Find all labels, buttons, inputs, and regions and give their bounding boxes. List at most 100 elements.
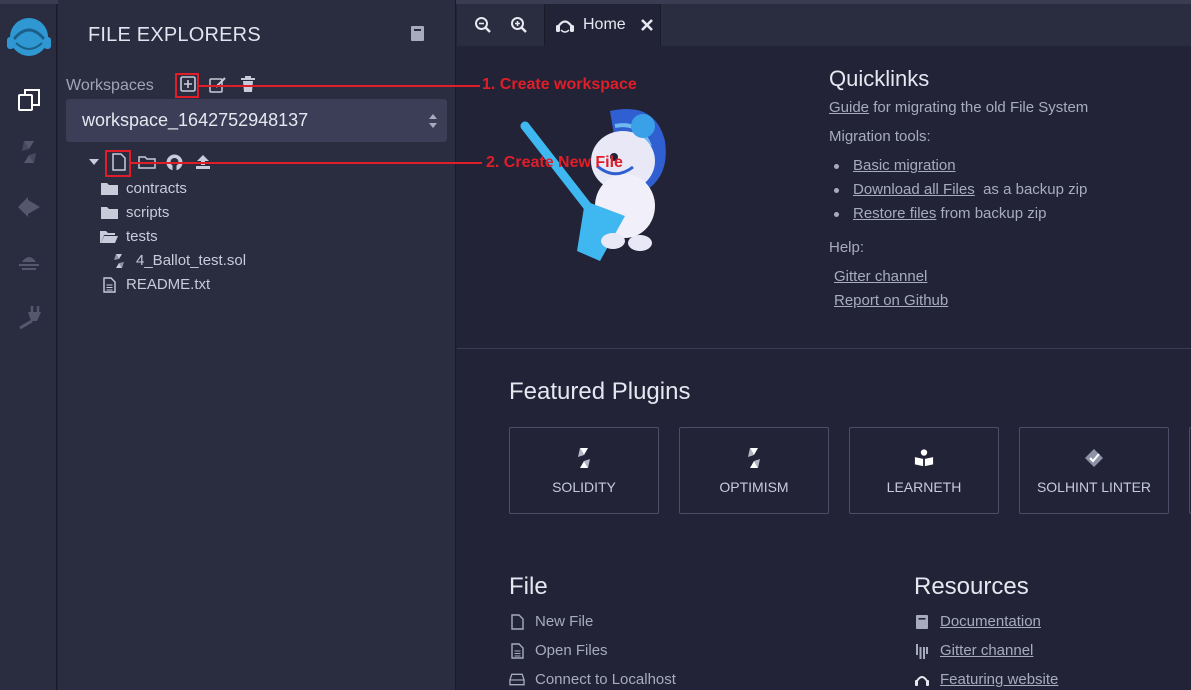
bullet-icon <box>834 212 839 217</box>
annotation-line-workspace <box>199 85 480 87</box>
plugin-label: SOLIDITY <box>552 478 616 495</box>
report-github-link[interactable]: Report on Github <box>834 292 948 309</box>
plugin-label: LEARNETH <box>886 478 962 495</box>
zoom-out-icon[interactable] <box>465 4 501 46</box>
resource-gitter[interactable]: Gitter channel <box>914 642 1033 659</box>
tree-item-label: 4_Ballot_test.sol <box>136 252 247 269</box>
folder-icon <box>100 205 118 221</box>
zoom-in-icon[interactable] <box>501 4 537 46</box>
remix-home-icon <box>556 20 574 33</box>
file-action-label: Connect to Localhost <box>535 671 676 688</box>
select-arrows-icon <box>429 114 437 128</box>
annotation-box-newfile <box>105 150 131 177</box>
connect-localhost-action[interactable]: Connect to Localhost <box>509 671 676 688</box>
annotation-create-workspace: 1. Create workspace <box>482 76 637 93</box>
tree-item-scripts[interactable]: scripts <box>100 204 169 221</box>
text-file-icon <box>100 276 118 293</box>
file-action-label: Open Files <box>535 642 608 659</box>
plugin-card-solidity[interactable]: SOLIDITY <box>509 427 659 514</box>
rename-workspace-icon[interactable] <box>208 74 228 94</box>
migration-label: Migration tools: <box>829 128 931 145</box>
tree-item-label: tests <box>126 228 158 245</box>
restore-files-link[interactable]: Restore files <box>853 205 936 222</box>
mascot-illustration <box>520 109 666 261</box>
solidity-compiler-icon[interactable] <box>0 132 57 172</box>
plugin-card-solhint[interactable]: SOLHINT LINTER <box>1019 427 1169 514</box>
migration-item-text: as a backup zip <box>983 181 1088 198</box>
optimism-icon <box>744 447 764 469</box>
plugin-card-learneth[interactable]: LEARNETH <box>849 427 999 514</box>
featured-plugins-title: Featured Plugins <box>509 378 691 405</box>
basic-migration-link[interactable]: Basic migration <box>853 157 956 174</box>
section-divider <box>457 348 1191 349</box>
plugin-label: SOLHINT LINTER <box>1036 478 1152 495</box>
plugin-card-optimism[interactable]: OPTIMISM <box>679 427 829 514</box>
workspace-select-value: workspace_1642752948137 <box>82 110 309 130</box>
resource-link[interactable]: Gitter channel <box>940 642 1033 659</box>
migration-item-text: from backup zip <box>940 205 1047 222</box>
debugger-icon[interactable] <box>0 242 57 282</box>
tree-item-tests[interactable]: tests <box>100 228 158 245</box>
file-explorer-icon[interactable] <box>0 80 57 120</box>
migration-item: Restore files from backup zip <box>834 205 1046 222</box>
solhint-icon <box>1084 447 1104 469</box>
tree-item-label: contracts <box>126 180 187 197</box>
folder-open-icon <box>100 229 118 245</box>
bullet-icon <box>834 188 839 193</box>
remix-logo-icon[interactable] <box>0 14 57 62</box>
help-label: Help: <box>829 239 865 256</box>
bullet-icon <box>834 164 839 169</box>
close-icon[interactable] <box>640 18 654 32</box>
deploy-run-icon[interactable] <box>0 187 57 227</box>
resource-documentation[interactable]: Documentation <box>914 613 1041 630</box>
annotation-line-newfile <box>131 162 482 164</box>
new-file-action[interactable]: New File <box>509 613 593 630</box>
tree-item-contracts[interactable]: contracts <box>100 180 187 197</box>
open-files-icon <box>509 642 525 659</box>
hdd-icon <box>509 672 525 688</box>
open-files-action[interactable]: Open Files <box>509 642 608 659</box>
tab-bar: Home <box>457 4 1191 46</box>
tab-home-label: Home <box>583 16 626 33</box>
home-tab-content: Quicklinks Guide for migrating the old F… <box>457 46 1191 690</box>
guide-text: for migrating the old File System <box>873 99 1089 116</box>
panel-title: FILE EXPLORERS <box>88 24 261 46</box>
folder-icon <box>100 181 118 197</box>
learneth-icon <box>914 447 934 469</box>
workspaces-label: Workspaces <box>66 77 154 94</box>
file-action-label: New File <box>535 613 594 630</box>
tree-item-readme[interactable]: README.txt <box>100 276 210 293</box>
resources-section-title: Resources <box>914 573 1029 600</box>
book-icon <box>914 614 930 630</box>
annotation-box-workspace <box>175 73 199 98</box>
resource-link[interactable]: Featuring website <box>940 671 1058 688</box>
new-file-icon <box>509 613 525 630</box>
workspace-select[interactable]: workspace_1642752948137 <box>66 99 447 142</box>
caret-down-icon[interactable] <box>88 152 100 172</box>
resource-link[interactable]: Documentation <box>940 613 1041 630</box>
help-gitter-line: Gitter channel <box>834 268 927 285</box>
annotation-create-new-file: 2. Create New File <box>486 154 623 171</box>
resource-website[interactable]: Featuring website <box>914 671 1058 688</box>
guide-line: Guide for migrating the old File System <box>829 99 1088 116</box>
book-icon[interactable] <box>410 25 426 43</box>
remix-logo-icon <box>914 672 930 688</box>
guide-link[interactable]: Guide <box>829 99 869 116</box>
file-explorer-panel: FILE EXPLORERS Workspaces workspace_1642… <box>58 0 456 690</box>
quicklinks-title: Quicklinks <box>829 66 930 91</box>
migration-item: Download all Files as a backup zip <box>834 181 1087 198</box>
download-files-link[interactable]: Download all Files <box>853 181 975 198</box>
solidity-file-icon <box>110 253 128 269</box>
gitter-channel-link[interactable]: Gitter channel <box>834 268 927 285</box>
tree-item-ballot-test[interactable]: 4_Ballot_test.sol <box>110 252 246 269</box>
tree-item-label: README.txt <box>126 276 211 293</box>
migration-item: Basic migration <box>834 157 956 174</box>
help-github-line: Report on Github <box>834 292 948 309</box>
gitter-icon <box>914 643 930 659</box>
file-section-title: File <box>509 573 548 600</box>
delete-workspace-icon[interactable] <box>238 74 258 94</box>
tab-home[interactable]: Home <box>544 4 661 46</box>
tree-item-label: scripts <box>126 204 170 221</box>
plugin-label: OPTIMISM <box>719 478 789 495</box>
plugin-manager-icon[interactable] <box>0 297 57 337</box>
